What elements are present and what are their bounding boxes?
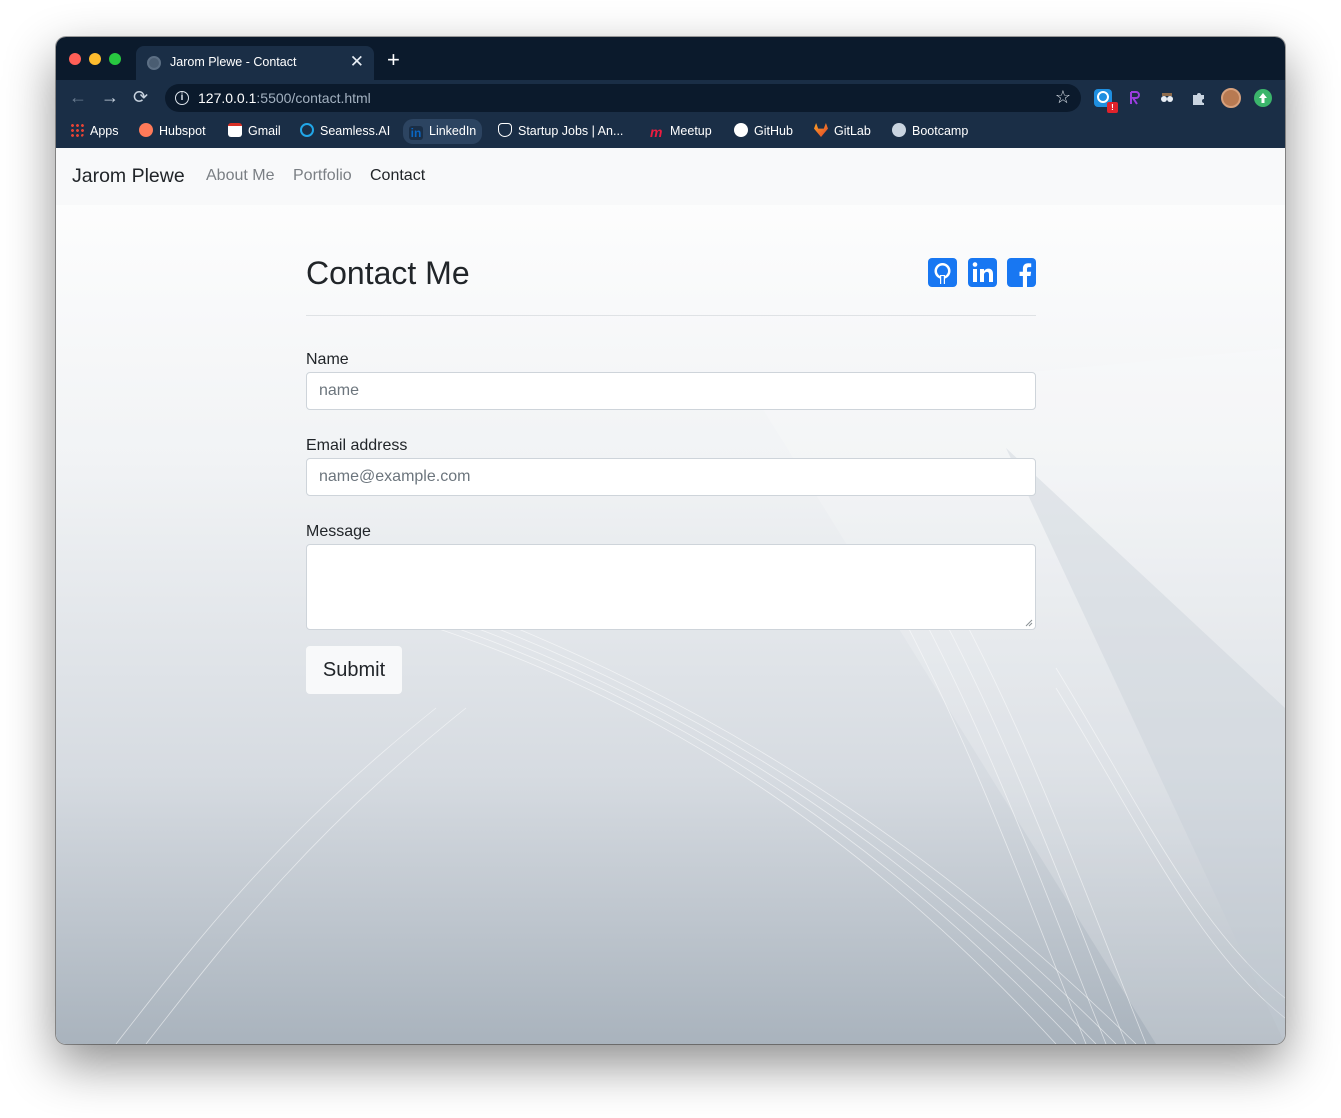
linkedin-icon[interactable] <box>967 258 997 287</box>
site-navbar: Jarom Plewe About Me Portfolio Contact <box>56 148 1285 205</box>
title-bar: Jarom Plewe - Contact ✕ + <box>56 37 1285 80</box>
page-title: Contact Me <box>306 255 470 291</box>
nav-link-contact[interactable]: Contact <box>370 167 425 185</box>
bookmark-label: Hubspot <box>159 124 206 138</box>
zoom-window-button[interactable] <box>109 53 121 65</box>
github-icon <box>734 123 748 137</box>
browser-window: Jarom Plewe - Contact ✕ + ← → ⟳ i 127.0.… <box>56 37 1285 1044</box>
url-host: 127.0.0.1 <box>198 90 257 106</box>
bookmark-bootcamp[interactable]: Bootcamp <box>892 123 968 143</box>
browser-toolbar: ← → ⟳ i 127.0.0.1:5500/contact.html ☆ ! <box>56 80 1285 115</box>
gitlab-icon <box>814 123 828 137</box>
tab-title: Jarom Plewe - Contact <box>170 55 297 69</box>
bookmark-label: LinkedIn <box>429 124 477 138</box>
browser-tab[interactable]: Jarom Plewe - Contact ✕ <box>136 46 374 80</box>
bookmark-linkedin[interactable]: in LinkedIn <box>403 119 483 144</box>
resize-handle-icon[interactable] <box>1025 619 1033 627</box>
bookmark-label: Seamless.AI <box>320 124 391 138</box>
puzzle-icon[interactable] <box>1190 89 1208 107</box>
back-arrow-icon[interactable]: ← <box>69 86 87 108</box>
bookmark-gmail[interactable]: Gmail <box>228 123 281 143</box>
close-window-button[interactable] <box>69 53 81 65</box>
update-icon[interactable] <box>1254 89 1272 107</box>
close-tab-icon[interactable]: ✕ <box>350 52 364 72</box>
spy-extension-icon[interactable] <box>1158 89 1176 107</box>
submit-button[interactable]: Submit <box>306 646 402 694</box>
name-label: Name <box>306 351 349 368</box>
apps-grid-icon <box>70 123 84 137</box>
extension-icon[interactable]: ! <box>1094 89 1118 113</box>
name-input[interactable]: name <box>306 372 1036 410</box>
bookmark-seamless[interactable]: Seamless.AI <box>300 123 390 143</box>
url-text: 127.0.0.1:5500/contact.html <box>198 90 371 106</box>
forward-arrow-icon[interactable]: → <box>101 86 119 108</box>
meetup-icon: m <box>650 124 663 140</box>
bookmark-label: GitHub <box>754 124 793 138</box>
bookmark-startup-jobs[interactable]: Startup Jobs | An... <box>498 123 623 143</box>
bookmark-github[interactable]: GitHub <box>734 123 793 143</box>
email-label: Email address <box>306 437 408 454</box>
profile-avatar[interactable] <box>1221 88 1241 108</box>
bookmarks-bar: Apps Hubspot Gmail Seamless.AI in LinkedI… <box>56 115 1285 148</box>
info-icon[interactable]: i <box>175 91 189 105</box>
bookmark-label: Apps <box>90 124 119 138</box>
r-extension-icon[interactable] <box>1126 89 1144 107</box>
globe-icon <box>147 56 161 70</box>
bookmark-hubspot[interactable]: Hubspot <box>139 123 206 143</box>
section-divider <box>306 315 1036 316</box>
angellist-icon <box>498 123 512 137</box>
bookmark-meetup[interactable]: m Meetup <box>650 123 712 143</box>
gmail-icon <box>228 123 242 137</box>
message-textarea[interactable] <box>306 544 1036 630</box>
extension-badge: ! <box>1107 102 1118 113</box>
minimize-window-button[interactable] <box>89 53 101 65</box>
bookmark-label: Meetup <box>670 124 712 138</box>
github-icon[interactable] <box>928 258 958 287</box>
address-bar[interactable]: i 127.0.0.1:5500/contact.html ☆ <box>165 84 1081 112</box>
bookmark-label: Startup Jobs | An... <box>518 124 624 138</box>
facebook-icon[interactable] <box>1007 258 1036 287</box>
bookmark-label: Bootcamp <box>912 124 969 138</box>
bookmark-label: Gmail <box>248 124 281 138</box>
hubspot-icon <box>139 123 153 137</box>
bookmark-label: GitLab <box>834 124 871 138</box>
bookmark-apps[interactable]: Apps <box>70 123 119 143</box>
globe-icon <box>892 123 906 137</box>
star-icon[interactable]: ☆ <box>1055 87 1071 108</box>
reload-icon[interactable]: ⟳ <box>133 86 148 108</box>
nav-link-about[interactable]: About Me <box>206 167 274 185</box>
social-links <box>922 258 1036 288</box>
web-page: Jarom Plewe About Me Portfolio Contact C… <box>56 148 1285 1044</box>
linkedin-icon: in <box>409 126 423 140</box>
nav-link-portfolio[interactable]: Portfolio <box>293 167 352 185</box>
email-input[interactable]: name@example.com <box>306 458 1036 496</box>
bookmark-gitlab[interactable]: GitLab <box>814 123 871 143</box>
seamless-icon <box>300 123 314 137</box>
new-tab-button[interactable]: + <box>387 49 400 71</box>
message-label: Message <box>306 523 371 540</box>
navbar-brand[interactable]: Jarom Plewe <box>72 165 185 188</box>
url-path: :5500/contact.html <box>256 90 371 106</box>
